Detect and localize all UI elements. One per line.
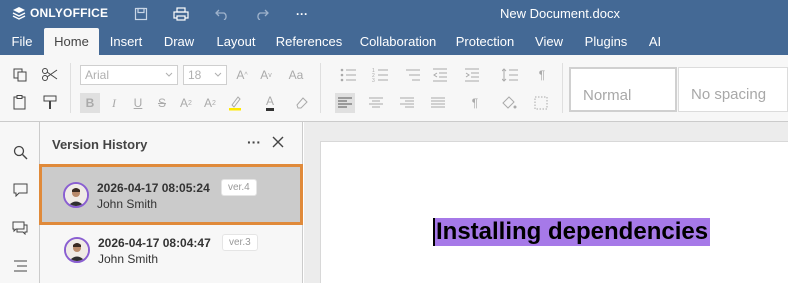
more-icon[interactable]: ··· <box>293 5 311 23</box>
font-name-select[interactable]: Arial <box>80 65 178 85</box>
tab-home[interactable]: Home <box>44 28 99 55</box>
increase-indent-icon[interactable] <box>462 65 482 85</box>
subscript-icon[interactable]: A2 <box>200 93 220 113</box>
document-page[interactable]: Installing dependencies <box>320 141 788 283</box>
borders-icon[interactable] <box>528 93 554 113</box>
numbering-icon[interactable]: 123 <box>367 65 393 85</box>
font-color-icon[interactable]: A <box>260 93 280 113</box>
toolbar-divider <box>70 63 71 113</box>
logo-icon <box>12 7 26 20</box>
panel-title: Version History <box>52 137 148 152</box>
tab-draw[interactable]: Draw <box>159 28 199 55</box>
font-name-value: Arial <box>85 68 110 82</box>
version-user: John Smith <box>97 197 158 211</box>
align-right-icon[interactable] <box>397 93 417 113</box>
italic-icon[interactable]: I <box>104 93 124 113</box>
chevron-down-icon <box>165 72 173 77</box>
app-logo: ONLYOFFICE <box>12 6 108 20</box>
align-left-icon[interactable] <box>335 93 355 113</box>
bullets-icon[interactable] <box>335 65 361 85</box>
style-no-spacing[interactable]: No spacing <box>678 67 788 112</box>
superscript-icon[interactable]: A2 <box>176 93 196 113</box>
chevron-down-icon <box>214 72 222 77</box>
style-normal[interactable]: Normal <box>569 67 677 112</box>
version-date: 2026-04-17 08:05:24 <box>97 181 210 195</box>
text-cursor <box>433 218 435 246</box>
paste-icon[interactable] <box>10 92 30 112</box>
avatar <box>63 182 89 208</box>
navigation-icon[interactable] <box>10 256 30 276</box>
cut-icon[interactable] <box>40 65 60 85</box>
decrease-font-icon[interactable]: Av <box>256 65 276 85</box>
version-date: 2026-04-17 08:04:47 <box>98 236 211 250</box>
toolbar-divider <box>320 63 321 113</box>
change-case-icon[interactable]: Aa <box>282 65 310 85</box>
tab-ai[interactable]: AI <box>644 28 666 55</box>
toolbar-divider <box>562 63 563 113</box>
search-icon[interactable] <box>10 142 30 162</box>
shading-icon[interactable] <box>496 93 522 113</box>
document-title: New Document.docx <box>500 6 620 21</box>
align-center-icon[interactable] <box>366 93 386 113</box>
paragraph-settings-icon[interactable]: ¶ <box>530 65 554 85</box>
multilevel-list-icon[interactable] <box>399 65 425 85</box>
version-badge: ver.4 <box>221 179 257 196</box>
strikethrough-icon[interactable]: S <box>152 93 172 113</box>
svg-text:3: 3 <box>372 78 375 82</box>
tab-layout[interactable]: Layout <box>209 28 263 55</box>
version-badge: ver.3 <box>222 234 258 251</box>
tab-protection[interactable]: Protection <box>450 28 520 55</box>
document-heading[interactable]: Installing dependencies <box>434 218 711 246</box>
save-icon[interactable] <box>132 5 150 23</box>
increase-font-icon[interactable]: A ^ <box>232 65 252 85</box>
highlight-icon[interactable] <box>226 93 246 113</box>
avatar <box>64 237 90 263</box>
font-size-value: 18 <box>188 68 202 82</box>
undo-icon[interactable] <box>213 5 231 23</box>
more-options-icon[interactable]: ··· <box>243 131 265 153</box>
tab-plugins[interactable]: Plugins <box>578 28 634 55</box>
line-spacing-icon[interactable] <box>497 65 523 85</box>
version-history-panel: Version History ··· 2026-04-17 08:05:24 … <box>39 122 303 283</box>
comments-icon[interactable] <box>10 180 30 200</box>
nonprinting-chars-icon[interactable]: ¶ <box>462 93 488 113</box>
format-painter-icon[interactable] <box>40 92 60 112</box>
underline-icon[interactable]: U <box>128 93 148 113</box>
print-icon[interactable] <box>172 5 190 23</box>
chat-icon[interactable] <box>10 218 30 238</box>
tab-file[interactable]: File <box>4 28 40 55</box>
version-item[interactable]: 2026-04-17 08:04:47 ver.3 John Smith <box>40 228 302 282</box>
tab-references[interactable]: References <box>272 28 346 55</box>
left-sidebar <box>0 122 40 283</box>
justify-icon[interactable] <box>428 93 448 113</box>
document-area: Installing dependencies <box>304 122 788 283</box>
font-size-select[interactable]: 18 <box>183 65 227 85</box>
logo-text: ONLYOFFICE <box>30 6 109 20</box>
tab-collaboration[interactable]: Collaboration <box>357 28 439 55</box>
redo-icon[interactable] <box>253 5 271 23</box>
tab-view[interactable]: View <box>530 28 568 55</box>
version-user: John Smith <box>98 252 159 266</box>
decrease-indent-icon[interactable] <box>430 65 450 85</box>
menu-tabs: File Home Insert Draw Layout References … <box>0 28 788 55</box>
home-toolbar: Arial 18 A^ Av Aa B I U S A2 A2 A 123 ¶ <box>0 55 788 122</box>
bold-icon[interactable]: B <box>80 93 100 113</box>
close-icon[interactable] <box>268 132 288 152</box>
copy-icon[interactable] <box>10 65 30 85</box>
clear-style-icon[interactable] <box>292 93 312 113</box>
tab-insert[interactable]: Insert <box>103 28 149 55</box>
title-bar: ONLYOFFICE ··· New Document.docx <box>0 0 788 28</box>
version-item[interactable]: 2026-04-17 08:05:24 ver.4 John Smith <box>39 164 303 225</box>
